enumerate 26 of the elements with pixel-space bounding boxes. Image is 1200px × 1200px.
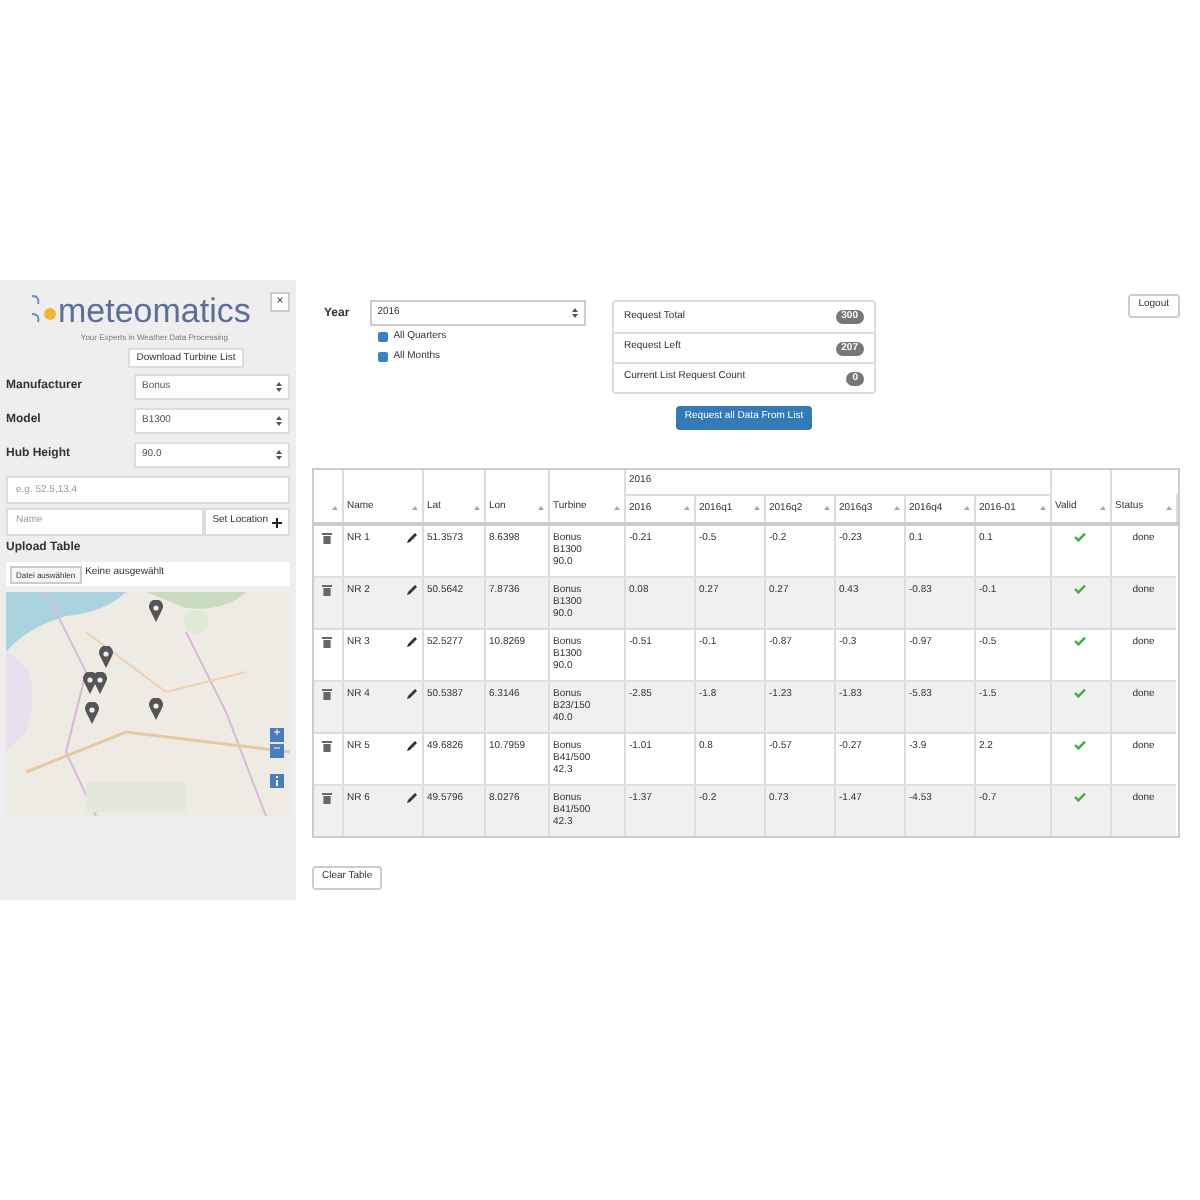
pencil-icon[interactable] — [405, 532, 417, 544]
trash-icon[interactable] — [322, 687, 333, 699]
plus-icon — [272, 517, 282, 527]
caret-icon — [276, 382, 282, 392]
trash-icon[interactable] — [322, 791, 333, 803]
pencil-icon[interactable] — [405, 791, 417, 803]
map-pin-icon[interactable] — [98, 646, 114, 668]
trash-icon[interactable] — [322, 635, 333, 647]
caret-icon — [276, 416, 282, 426]
pencil-icon[interactable] — [405, 635, 417, 647]
pencil-icon[interactable] — [405, 687, 417, 699]
map-pin-icon[interactable] — [92, 672, 108, 694]
trash-icon[interactable] — [322, 583, 333, 595]
trash-icon[interactable] — [322, 739, 333, 751]
pencil-icon[interactable] — [405, 583, 417, 595]
map-pin-icon[interactable] — [84, 702, 100, 724]
caret-icon — [276, 450, 282, 460]
checkbox[interactable] — [377, 351, 388, 362]
checkbox[interactable] — [377, 332, 388, 343]
caret-icon — [571, 308, 578, 318]
map-pin-icon[interactable] — [148, 698, 164, 720]
pencil-icon[interactable] — [405, 739, 417, 751]
trash-icon[interactable] — [322, 532, 333, 544]
map-pin-icon[interactable] — [148, 600, 164, 622]
logo: meteomatics — [58, 292, 251, 332]
info-icon[interactable] — [270, 774, 284, 788]
